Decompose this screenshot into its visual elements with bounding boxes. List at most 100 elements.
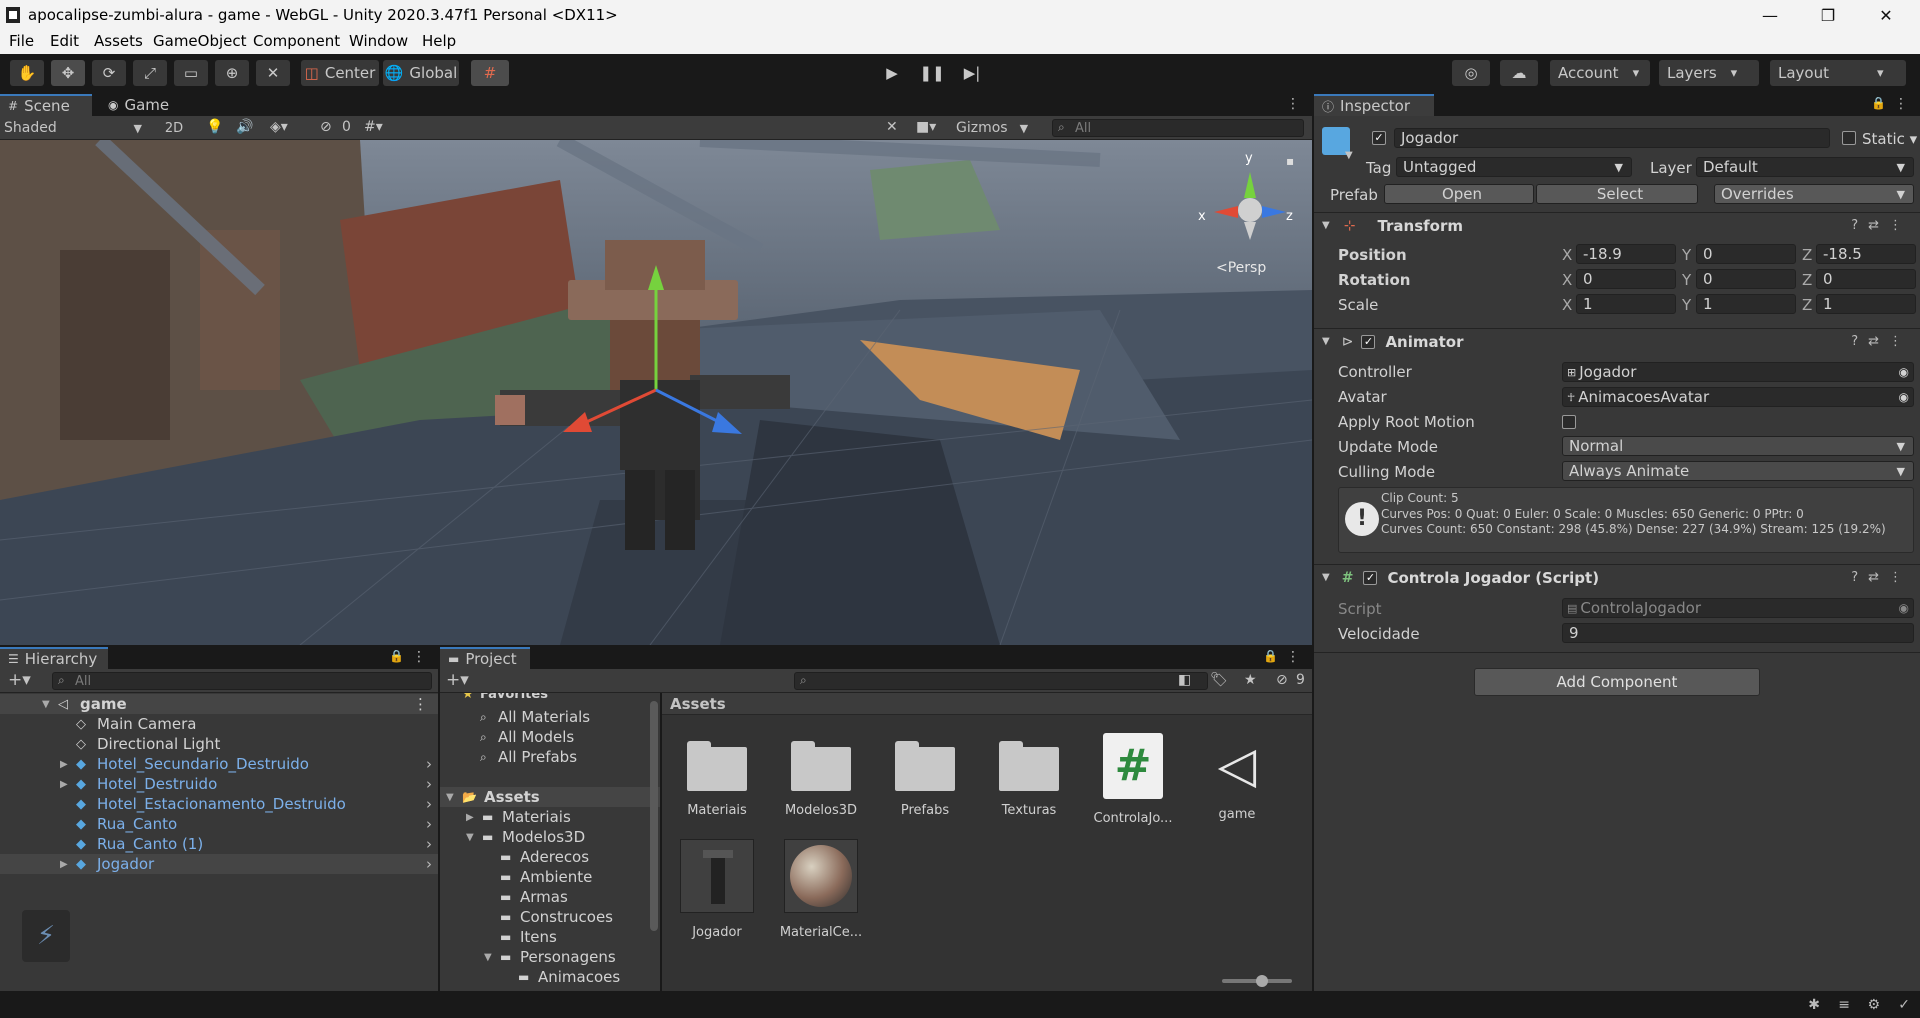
- tab-hierarchy[interactable]: ☰ Hierarchy: [0, 647, 108, 669]
- scene-row[interactable]: ▼ ◁ game ⋮: [0, 694, 438, 714]
- scene-menu-icon[interactable]: ⋮: [1286, 96, 1300, 112]
- transform-x-input[interactable]: -18.9: [1576, 244, 1676, 264]
- filter-type-icon[interactable]: ◧: [1178, 672, 1191, 688]
- axis-label-y[interactable]: Y: [1682, 246, 1691, 264]
- project-search-input[interactable]: [794, 672, 1208, 690]
- transform-x-input[interactable]: 0: [1576, 269, 1676, 289]
- axis-label-z[interactable]: Z: [1802, 271, 1812, 289]
- collapse-arrow-icon[interactable]: ▼: [1322, 336, 1330, 347]
- asset-item-folder[interactable]: Texturas: [986, 741, 1072, 818]
- grid-snap-icon[interactable]: #: [471, 60, 509, 86]
- collapse-arrow-icon[interactable]: ▼: [1322, 572, 1330, 583]
- transform-z-input[interactable]: -18.5: [1816, 244, 1916, 264]
- lock-icon[interactable]: ▪: [1286, 154, 1294, 168]
- prefab-select-button[interactable]: Select: [1536, 184, 1698, 204]
- menu-component[interactable]: Component: [253, 32, 340, 50]
- menu-assets[interactable]: Assets: [94, 32, 143, 50]
- tree-folder-row[interactable]: ▼ ▬ Modelos3D: [440, 827, 660, 847]
- chevron-right-icon[interactable]: ›: [426, 855, 432, 873]
- hierarchy-row[interactable]: ▶ ◆ Hotel_Secundario_Destruido ›: [0, 754, 438, 774]
- tab-game[interactable]: ◉ Game: [100, 94, 180, 116]
- close-button[interactable]: ✕: [1857, 0, 1915, 30]
- asset-item-material[interactable]: MaterialCe...: [778, 839, 864, 940]
- camera-icon[interactable]: ■▾: [916, 119, 936, 135]
- animator-header[interactable]: ▼ ⊳ ✓ Animator ?⇄⋮: [1314, 328, 1920, 354]
- debug-icon[interactable]: ✱: [1808, 997, 1820, 1013]
- audio-icon[interactable]: 🔊: [236, 119, 253, 135]
- expand-arrow-icon[interactable]: ▶: [466, 812, 474, 823]
- layer-dropdown[interactable]: Default ▼: [1696, 157, 1914, 177]
- controller-field[interactable]: ⊞ Jogador ◉: [1562, 362, 1914, 382]
- effects-icon[interactable]: ◈▾: [270, 119, 288, 135]
- transform-y-input[interactable]: 0: [1696, 244, 1796, 264]
- tree-folder-row[interactable]: ▬ Armas: [440, 887, 660, 907]
- pivot-center-button[interactable]: ◫ Center: [301, 60, 379, 86]
- tree-folder-row[interactable]: ▶ ▬ Materiais: [440, 807, 660, 827]
- lock-icon[interactable]: 🔒: [1263, 649, 1278, 663]
- auto-generate-icon[interactable]: ⚙: [1867, 997, 1880, 1013]
- culling-mode-dropdown[interactable]: Always Animate ▼: [1562, 461, 1914, 481]
- zoom-slider-handle[interactable]: [1256, 975, 1268, 987]
- object-picker-icon[interactable]: ◉: [1899, 390, 1909, 404]
- collab-icon[interactable]: ◎: [1452, 60, 1490, 86]
- move-tool-icon[interactable]: ✥: [51, 60, 85, 86]
- cloud-icon[interactable]: ☁: [1500, 60, 1538, 86]
- component-actions[interactable]: ?⇄⋮: [1851, 218, 1912, 233]
- animator-enabled-checkbox[interactable]: ✓: [1361, 334, 1376, 349]
- axis-label-x[interactable]: X: [1562, 271, 1572, 289]
- scene-menu-icon[interactable]: ⋮: [413, 695, 428, 713]
- transform-z-input[interactable]: 0: [1816, 269, 1916, 289]
- hidden-objects-icon[interactable]: ⊘: [320, 119, 332, 135]
- perspective-label[interactable]: <Persp: [1216, 260, 1266, 276]
- toggle-2d-button[interactable]: 2D: [160, 118, 188, 138]
- pause-button[interactable]: ❚❚: [915, 60, 949, 86]
- script-header[interactable]: ▼ # ✓ Controla Jogador (Script) ?⇄⋮: [1314, 564, 1920, 590]
- hierarchy-menu-icon[interactable]: ⋮: [412, 649, 426, 665]
- menu-edit[interactable]: Edit: [50, 32, 79, 50]
- update-mode-dropdown[interactable]: Normal ▼: [1562, 436, 1914, 456]
- lock-icon[interactable]: 🔒: [389, 649, 404, 663]
- tools-icon[interactable]: ✕: [886, 119, 898, 135]
- expand-arrow-icon[interactable]: ▶: [60, 859, 68, 870]
- transform-header[interactable]: ▼ ⊹ Transform ?⇄⋮: [1314, 212, 1920, 238]
- axis-label-x[interactable]: X: [1562, 296, 1572, 314]
- add-component-button[interactable]: Add Component: [1474, 668, 1760, 696]
- tree-scrollbar[interactable]: [650, 701, 658, 931]
- tag-dropdown[interactable]: Untagged ▼: [1396, 157, 1632, 177]
- chevron-right-icon[interactable]: ›: [426, 815, 432, 833]
- transform-y-input[interactable]: 0: [1696, 269, 1796, 289]
- transform-y-input[interactable]: 1: [1696, 294, 1796, 314]
- lighting-icon[interactable]: 💡: [206, 119, 223, 135]
- tree-folder-row[interactable]: ▬ Aderecos: [440, 847, 660, 867]
- scene-search-input[interactable]: All: [1052, 119, 1304, 137]
- scale-tool-icon[interactable]: ⤢: [133, 60, 167, 86]
- chevron-right-icon[interactable]: ›: [426, 775, 432, 793]
- transform-x-input[interactable]: 1: [1576, 294, 1676, 314]
- favorite-item[interactable]: ⌕ All Materials: [440, 707, 660, 727]
- assets-root-row[interactable]: ▼ 📂 Assets: [440, 787, 660, 807]
- chevron-right-icon[interactable]: ›: [426, 795, 432, 813]
- object-name-input[interactable]: Jogador: [1394, 128, 1830, 148]
- asset-item-folder[interactable]: Materiais: [674, 741, 760, 818]
- layers-dropdown[interactable]: Layers: [1659, 60, 1759, 86]
- root-motion-checkbox[interactable]: [1562, 415, 1576, 429]
- chevron-right-icon[interactable]: ›: [426, 755, 432, 773]
- add-object-icon[interactable]: +▾: [8, 670, 31, 690]
- expand-arrow-icon[interactable]: ▼: [446, 792, 454, 803]
- component-actions[interactable]: ?⇄⋮: [1851, 334, 1912, 349]
- hierarchy-row[interactable]: ▶ ◆ Hotel_Destruido ›: [0, 774, 438, 794]
- cache-icon[interactable]: ≡: [1838, 997, 1850, 1013]
- hierarchy-row[interactable]: ◆ Rua_Canto ›: [0, 814, 438, 834]
- script-enabled-checkbox[interactable]: ✓: [1363, 570, 1378, 585]
- expand-arrow-icon[interactable]: ▶: [60, 779, 68, 790]
- minimize-button[interactable]: —: [1741, 0, 1799, 30]
- favorites-header[interactable]: ★ Favorites: [440, 693, 660, 702]
- gizmos-dropdown[interactable]: Gizmos ▼: [956, 118, 1040, 138]
- component-actions[interactable]: ?⇄⋮: [1851, 570, 1912, 585]
- expand-arrow-icon[interactable]: ▶: [60, 759, 68, 770]
- plugin-icon[interactable]: ⚡: [22, 910, 70, 962]
- tree-folder-row[interactable]: ▬ Construcoes: [440, 907, 660, 927]
- maximize-button[interactable]: ❐: [1799, 0, 1857, 30]
- grid-icon[interactable]: #▾: [364, 119, 383, 135]
- hierarchy-row[interactable]: ▶ ◆ Jogador ›: [0, 854, 438, 874]
